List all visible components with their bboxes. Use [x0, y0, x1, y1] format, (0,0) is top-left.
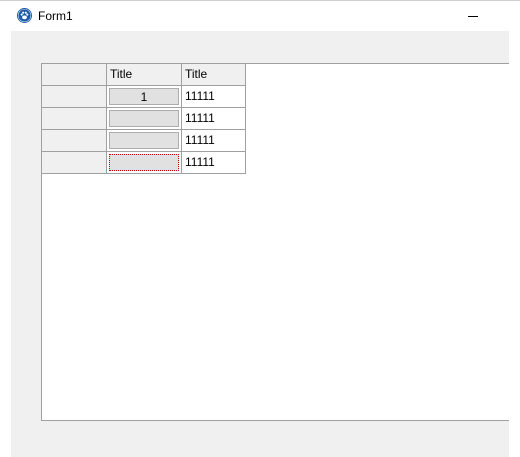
grid-corner-cell	[42, 64, 107, 86]
button-cell[interactable]	[107, 108, 182, 130]
button-cell[interactable]	[107, 152, 182, 174]
minimize-button[interactable]	[450, 2, 496, 30]
grid-cell-button-focused[interactable]	[109, 154, 179, 171]
table-cell[interactable]: 11111	[182, 86, 246, 108]
form-client-area: Title Title 1 11111 11111 11111 11111	[11, 31, 509, 457]
string-grid[interactable]: Title Title 1 11111 11111 11111 11111	[41, 63, 509, 421]
grid-cell-button[interactable]	[109, 132, 179, 149]
table-cell[interactable]: 11111	[182, 130, 246, 152]
table-cell[interactable]: 11111	[182, 108, 246, 130]
grid-cell-button[interactable]: 1	[109, 88, 179, 105]
column-header-2[interactable]: Title	[182, 64, 246, 86]
button-cell[interactable]: 1	[107, 86, 182, 108]
table-cell[interactable]: 11111	[182, 152, 246, 174]
column-header-label: Title	[185, 67, 208, 81]
row-header-3[interactable]	[42, 130, 107, 152]
row-header-4[interactable]	[42, 152, 107, 174]
column-header-1[interactable]: Title	[107, 64, 182, 86]
minimize-icon	[468, 15, 478, 17]
window-title: Form1	[38, 9, 73, 23]
row-header-2[interactable]	[42, 108, 107, 130]
title-bar[interactable]: Form1	[0, 1, 520, 31]
form-window: Form1 Title Title 1 11111 11111 11111 11…	[0, 0, 520, 457]
column-header-label: Title	[110, 67, 133, 81]
paw-icon	[17, 8, 32, 23]
button-cell[interactable]	[107, 130, 182, 152]
grid-cell-button[interactable]	[109, 110, 179, 127]
row-header-1[interactable]	[42, 86, 107, 108]
